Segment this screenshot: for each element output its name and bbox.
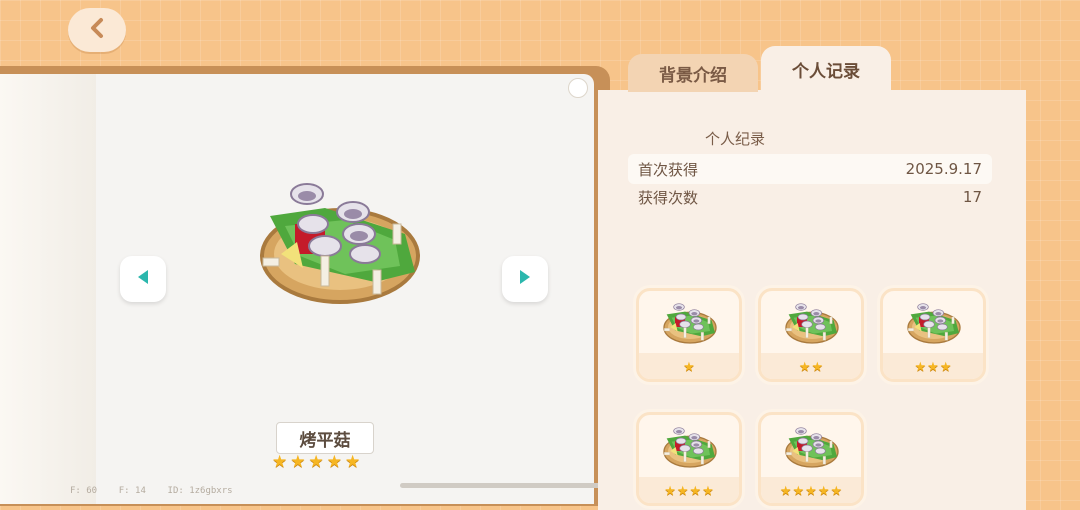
tab-background[interactable]: 背景介绍 [628,54,758,92]
record-label: 首次获得 [638,160,699,179]
star-icon: ★ [798,360,811,375]
variant-rating: ★ ★ ★ ★ ★ [761,484,861,499]
dish-thumbnail [907,302,961,344]
star-icon: ★ [683,360,695,375]
star-icon: ★ [689,484,702,499]
variant-rating: ★ ★ ★ [883,360,983,375]
record-label: 获得次数 [638,188,699,207]
dish-thumbnail [663,302,717,344]
tab-personal-record[interactable]: 个人记录 [761,46,891,92]
item-name: 烤平菇 [276,422,374,454]
star-icon: ★ [914,360,927,375]
star-icon: ★ [702,484,714,499]
variant-card-3[interactable]: ★ ★ ★ [880,288,986,382]
star-icon: ★ [805,484,817,499]
star-icon: ★ [811,360,824,375]
debug-info: F: 60 F: 14 ID: 1z6gbxrs [70,486,233,496]
triangle-right-icon [518,269,532,289]
variant-card-2[interactable]: ★ ★ [758,288,864,382]
star-icon: ★ [817,484,830,499]
record-title: 个人纪录 [705,130,766,148]
dish-image [260,182,420,304]
prev-item-button[interactable] [120,256,166,302]
star-icon: ★ [939,360,952,375]
star-icon: ★ [779,484,792,499]
star-icon: ★ [830,484,843,499]
variant-card-5[interactable]: ★ ★ ★ ★ ★ [758,412,864,506]
triangle-left-icon [136,269,150,289]
star-icon: ★ [326,452,342,472]
back-button[interactable] [68,8,126,52]
star-icon: ★ [676,484,689,499]
record-value: 2025.9.17 [905,160,982,178]
page-corner-icon [568,78,588,98]
book-left-page [0,74,97,504]
star-icon: ★ [272,452,288,472]
star-icon: ★ [792,484,805,499]
variant-rating: ★ ★ [761,360,861,375]
dish-thumbnail [785,426,839,468]
record-row-obtain-count: 获得次数 17 [628,182,992,212]
variant-card-4[interactable]: ★ ★ ★ ★ [636,412,742,506]
item-rating: ★ ★ ★ ★ ★ [272,452,360,472]
dish-thumbnail [663,426,717,468]
dish-thumbnail [785,302,839,344]
variant-rating: ★ ★ ★ ★ [639,484,739,499]
variant-rating: ★ [639,360,739,375]
star-icon: ★ [290,452,306,472]
star-icon: ★ [345,452,361,472]
record-value: 17 [962,188,982,206]
record-row-first-obtained: 首次获得 2025.9.17 [628,154,992,184]
star-icon: ★ [927,360,939,375]
next-item-button[interactable] [502,256,548,302]
star-icon: ★ [664,484,676,499]
chevron-left-icon [88,17,106,43]
variant-card-1[interactable]: ★ [636,288,742,382]
star-icon: ★ [308,452,324,472]
